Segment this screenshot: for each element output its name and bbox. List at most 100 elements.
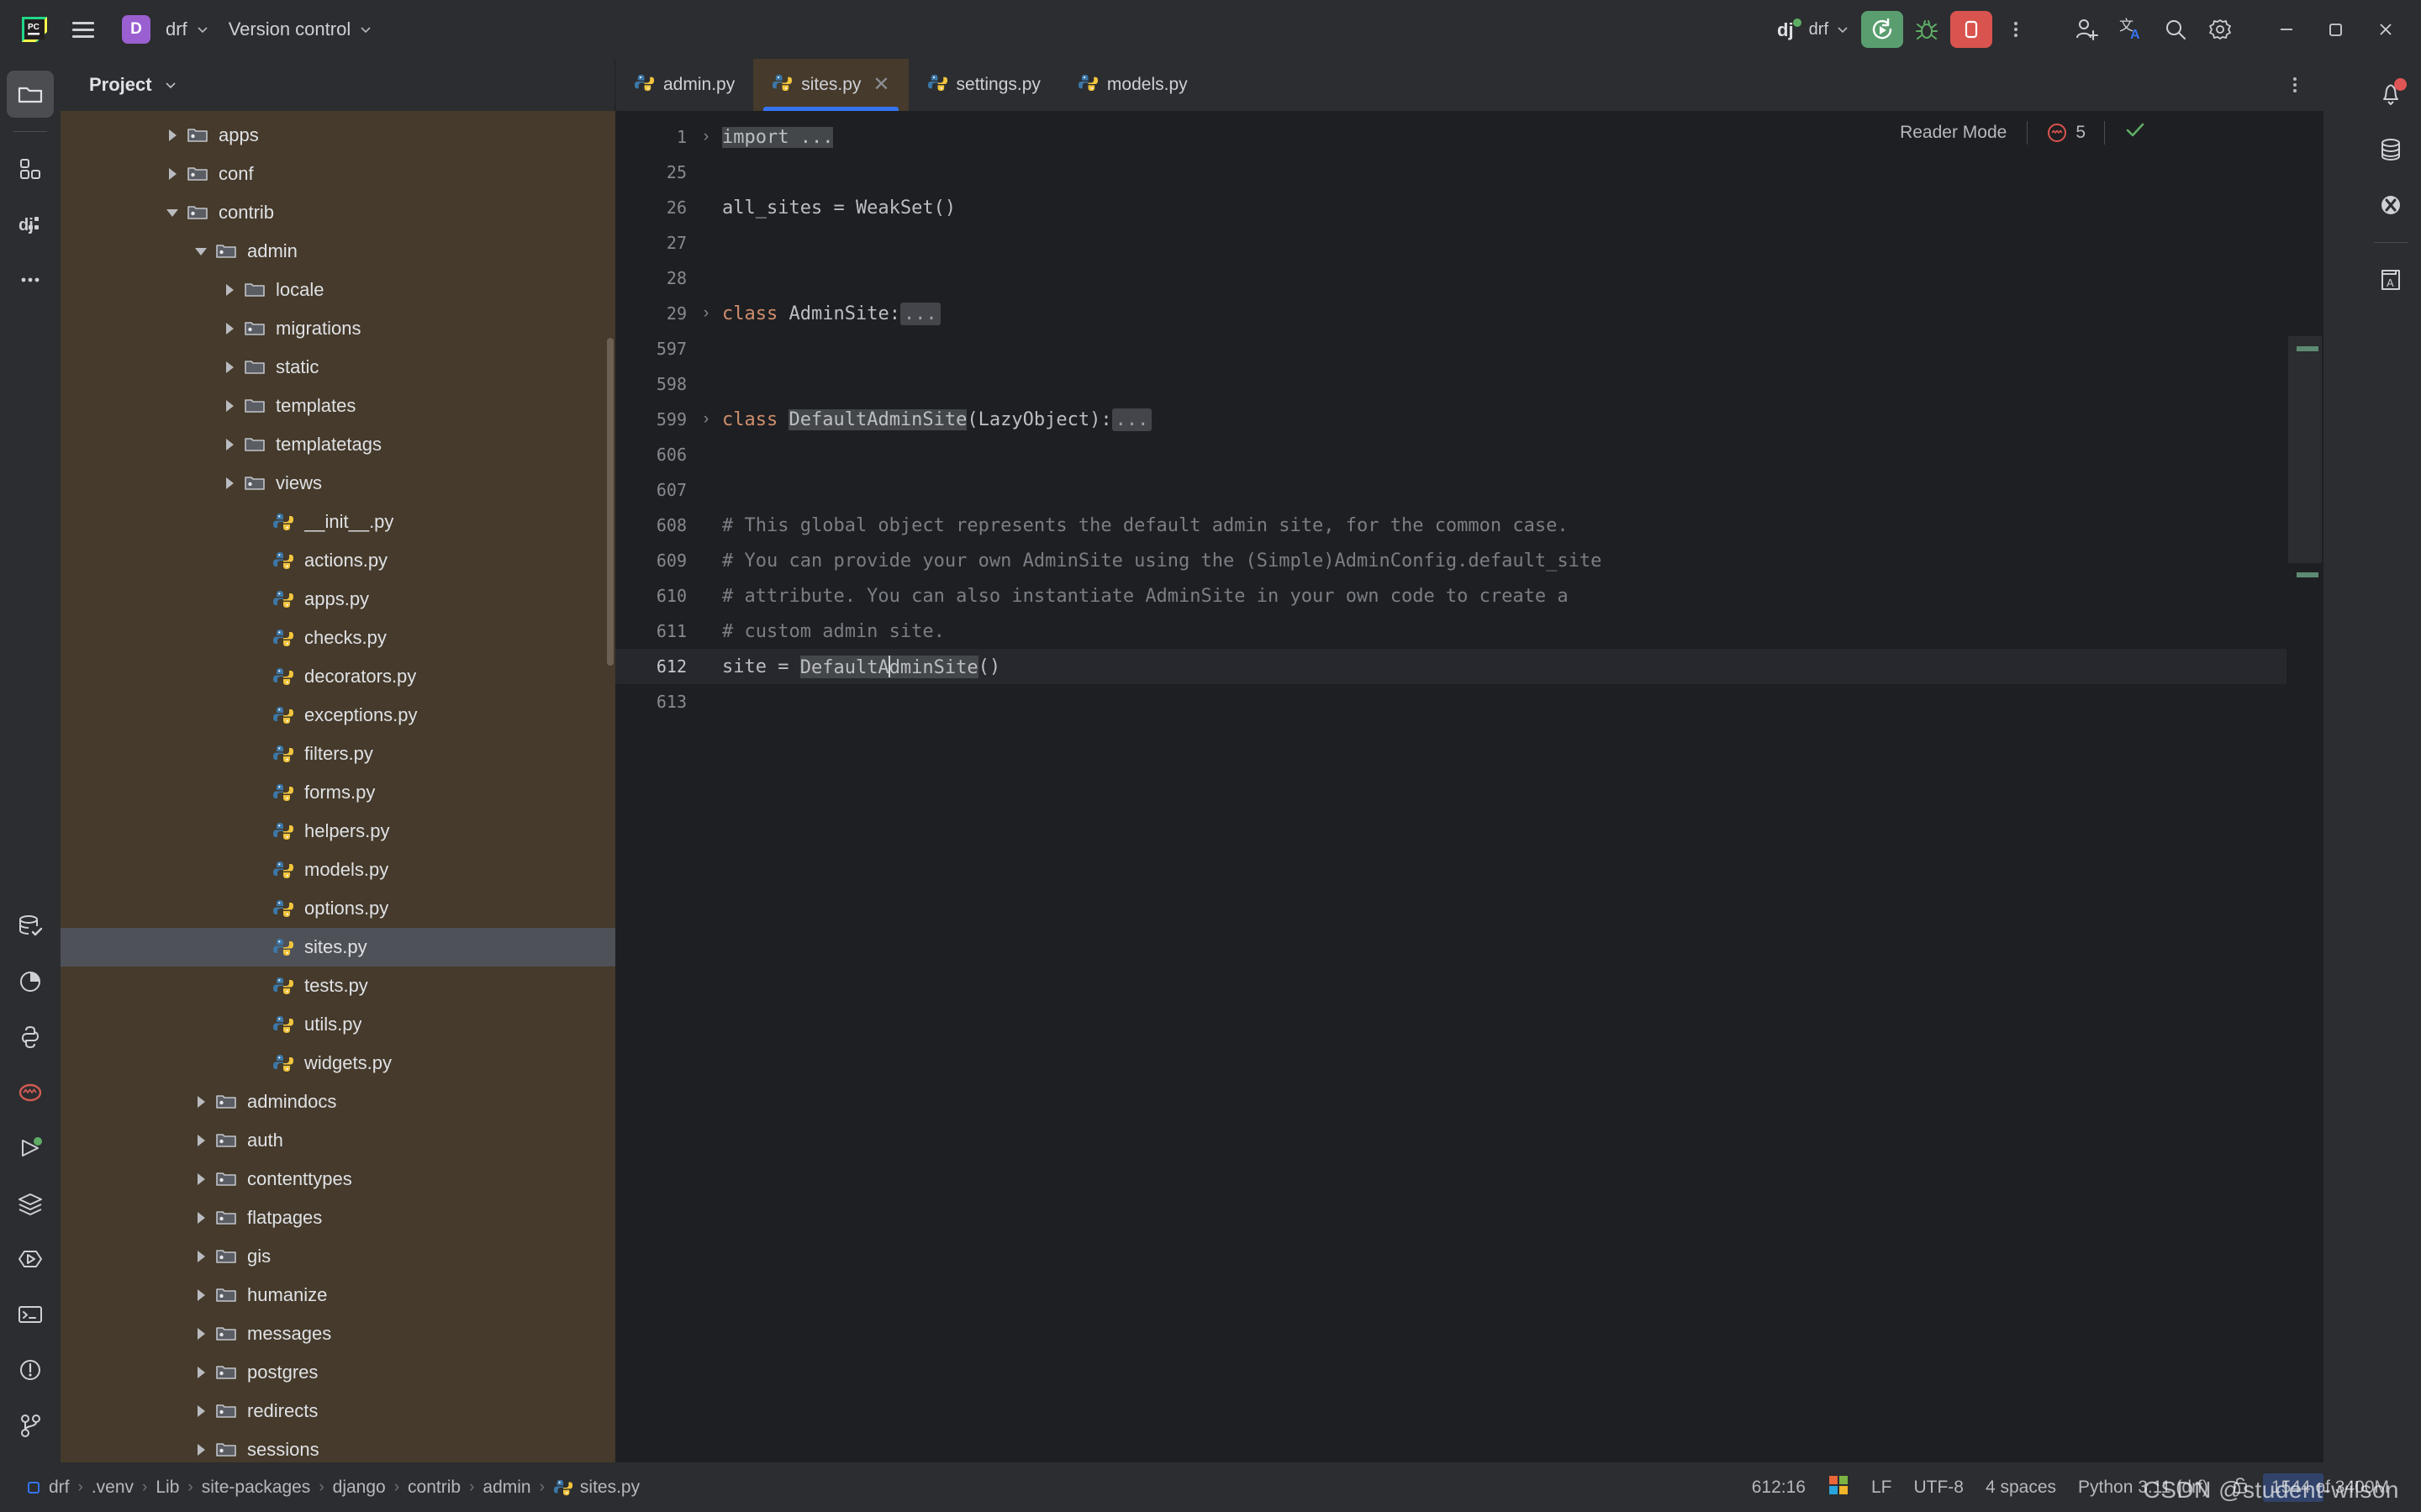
tree-item-messages[interactable]: messages <box>61 1314 615 1353</box>
chevron-right-icon[interactable] <box>190 1246 212 1267</box>
reader-mode-label[interactable]: Reader Mode <box>1900 123 2027 143</box>
tree-item-contenttypes[interactable]: contenttypes <box>61 1160 615 1199</box>
tree-item-apps-py[interactable]: apps.py <box>61 580 615 619</box>
tree-item-tests-py[interactable]: tests.py <box>61 967 615 1005</box>
editor-tab-admin-py[interactable]: admin.py <box>615 59 753 111</box>
os-widget[interactable] <box>1817 1470 1860 1505</box>
sidebar-item-problems-alert[interactable] <box>7 1346 54 1393</box>
tree-item-locale[interactable]: locale <box>61 271 615 309</box>
scrollbar-change-marker[interactable] <box>2297 346 2318 351</box>
code-line[interactable] <box>695 155 2286 190</box>
breadcrumb-item-admin[interactable]: admin <box>476 1474 537 1501</box>
tree-item-actions-py[interactable]: actions.py <box>61 541 615 580</box>
close-window-button[interactable] <box>2362 8 2409 50</box>
code-line[interactable] <box>695 684 2286 719</box>
sidebar-item-problems[interactable] <box>7 1069 54 1116</box>
version-control-widget[interactable]: Version control <box>219 13 383 46</box>
sidebar-item-run[interactable] <box>7 1125 54 1172</box>
code-editor[interactable]: import ...all_sites = WeakSet()class Adm… <box>695 111 2286 1462</box>
tree-item-conf[interactable]: conf <box>61 155 615 193</box>
stop-button[interactable] <box>1950 11 1992 48</box>
tree-item-migrations[interactable]: migrations <box>61 309 615 348</box>
line-separator-widget[interactable]: LF <box>1860 1473 1903 1502</box>
chevron-right-icon[interactable] <box>219 279 240 301</box>
code-line[interactable]: # This global object represents the defa… <box>695 508 2286 543</box>
sidebar-item-dictionary[interactable]: A <box>2367 256 2414 303</box>
editor-gutter[interactable]: 1›2526272829›597598599›60660760860961061… <box>615 111 695 1462</box>
memory-indicator[interactable]: 1544 of 3400M <box>2263 1473 2397 1502</box>
tree-item-models-py[interactable]: models.py <box>61 851 615 889</box>
tree-item-widgets-py[interactable]: widgets.py <box>61 1044 615 1083</box>
chevron-right-icon[interactable] <box>219 318 240 340</box>
chevron-right-icon[interactable] <box>190 1400 212 1422</box>
chevron-down-icon[interactable] <box>162 76 179 93</box>
sidebar-item-playground[interactable] <box>7 1235 54 1283</box>
inspections-ok-button[interactable] <box>2105 119 2147 145</box>
code-line[interactable]: # attribute. You can also instantiate Ad… <box>695 578 2286 614</box>
caret-position-widget[interactable]: 612:16 <box>1741 1473 1817 1502</box>
sidebar-item-python-console[interactable] <box>7 1014 54 1061</box>
tree-item-decorators-py[interactable]: decorators.py <box>61 657 615 696</box>
code-line[interactable] <box>695 437 2286 472</box>
code-line[interactable] <box>695 366 2286 402</box>
tree-item-views[interactable]: views <box>61 464 615 503</box>
settings-button[interactable] <box>2199 11 2241 48</box>
chevron-right-icon[interactable] <box>190 1284 212 1306</box>
interpreter-widget[interactable]: Python 3.11 (drf) <box>2067 1473 2219 1502</box>
sidebar-item-profiler[interactable] <box>7 958 54 1005</box>
code-line[interactable] <box>695 472 2286 508</box>
chevron-right-icon[interactable] <box>161 163 183 185</box>
tree-item-postgres[interactable]: postgres <box>61 1353 615 1392</box>
breadcrumb-item-django[interactable]: django <box>326 1474 393 1501</box>
sidebar-item-structure[interactable] <box>7 145 54 192</box>
debug-button[interactable] <box>1906 11 1948 48</box>
scrollbar-change-marker[interactable] <box>2297 572 2318 577</box>
read-only-toggle[interactable] <box>2219 1470 2263 1505</box>
sidebar-item-makefile[interactable] <box>2367 182 2414 229</box>
breadcrumb-item-Lib[interactable]: Lib <box>149 1474 186 1501</box>
chevron-right-icon[interactable] <box>219 395 240 417</box>
editor-tabs-more-button[interactable] <box>2266 59 2323 111</box>
editor-tab-settings-py[interactable]: settings.py <box>909 59 1059 111</box>
tree-item-auth[interactable]: auth <box>61 1121 615 1160</box>
more-actions-button[interactable] <box>1995 11 2037 48</box>
tree-item-gis[interactable]: gis <box>61 1237 615 1276</box>
code-line[interactable]: # custom admin site. <box>695 614 2286 649</box>
project-tree-scrollbar[interactable] <box>607 338 614 666</box>
editor-scrollbar-thumb[interactable] <box>2288 336 2322 563</box>
tree-item-admindocs[interactable]: admindocs <box>61 1083 615 1121</box>
chevron-right-icon[interactable] <box>190 1439 212 1461</box>
chevron-right-icon[interactable] <box>219 434 240 456</box>
chevron-right-icon[interactable] <box>219 356 240 378</box>
tree-item-utils-py[interactable]: utils.py <box>61 1005 615 1044</box>
code-line[interactable] <box>695 225 2286 261</box>
sidebar-item-django[interactable]: dj <box>7 201 54 248</box>
tree-item-redirects[interactable]: redirects <box>61 1392 615 1430</box>
breadcrumb-item-contrib[interactable]: contrib <box>401 1474 467 1501</box>
close-icon[interactable]: ✕ <box>873 75 889 95</box>
tree-item-forms-py[interactable]: forms.py <box>61 773 615 812</box>
encoding-widget[interactable]: UTF-8 <box>1902 1473 1975 1502</box>
sidebar-item-project[interactable] <box>7 71 54 118</box>
tree-item-humanize[interactable]: humanize <box>61 1276 615 1314</box>
sidebar-item-notifications[interactable] <box>2367 71 2414 118</box>
tree-item-static[interactable]: static <box>61 348 615 387</box>
tree-item-options-py[interactable]: options.py <box>61 889 615 928</box>
code-line[interactable]: # You can provide your own AdminSite usi… <box>695 543 2286 578</box>
sidebar-item-services[interactable] <box>7 1180 54 1227</box>
tree-item-checks-py[interactable]: checks.py <box>61 619 615 657</box>
tree-item-sites-py[interactable]: sites.py <box>61 928 615 967</box>
project-selector[interactable]: D drf <box>113 9 219 50</box>
sidebar-item-database[interactable] <box>2367 126 2414 173</box>
editor-scrollbar[interactable] <box>2286 111 2323 1462</box>
tree-item-filters-py[interactable]: filters.py <box>61 735 615 773</box>
tree-item-helpers-py[interactable]: helpers.py <box>61 812 615 851</box>
breadcrumb-item-site-packages[interactable]: site-packages <box>195 1474 318 1501</box>
chevron-right-icon[interactable] <box>190 1168 212 1190</box>
editor-tab-sites-py[interactable]: sites.py✕ <box>753 59 908 111</box>
chevron-right-icon[interactable] <box>190 1362 212 1383</box>
code-with-me-button[interactable] <box>2065 11 2107 48</box>
code-line[interactable]: class AdminSite:... <box>695 296 2286 331</box>
project-tree[interactable]: appsconfcontribadminlocalemigrationsstat… <box>61 111 615 1462</box>
chevron-right-icon[interactable] <box>190 1207 212 1229</box>
